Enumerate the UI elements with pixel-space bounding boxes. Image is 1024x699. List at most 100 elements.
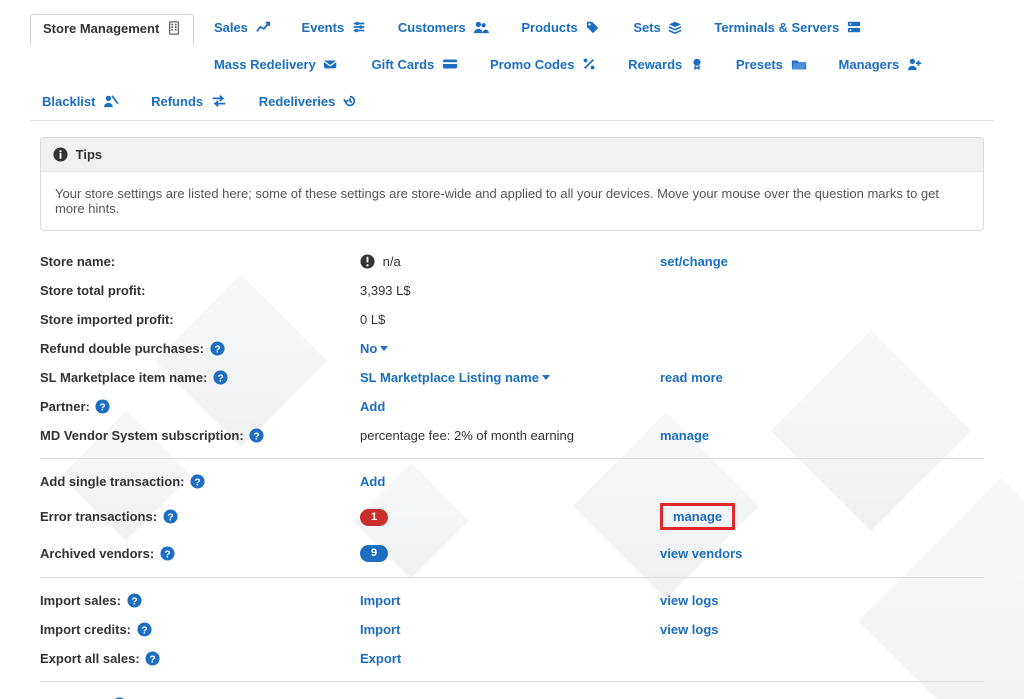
sliders-icon — [352, 20, 366, 37]
link-set-change[interactable]: set/change — [660, 254, 728, 269]
row-import-credits: Import credits: ? Import view logs — [40, 615, 984, 644]
row-advanced: Advanced: ? change — [40, 690, 984, 699]
tips-panel: Tips Your store settings are listed here… — [40, 137, 984, 231]
help-icon[interactable]: ? — [213, 370, 228, 385]
link-view-credits-logs[interactable]: view logs — [660, 622, 719, 637]
link-manage-errors[interactable]: manage — [673, 509, 722, 524]
info-icon — [53, 147, 68, 162]
label-import-credits: Import credits: — [40, 622, 131, 637]
swap-icon — [211, 94, 227, 111]
help-icon[interactable]: ? — [145, 651, 160, 666]
help-icon[interactable]: ? — [210, 341, 225, 356]
tab-promo-codes[interactable]: Promo Codes — [478, 51, 608, 80]
help-icon[interactable]: ? — [95, 399, 110, 414]
tab-label: Sales — [214, 20, 248, 35]
chevron-down-icon — [542, 375, 550, 380]
tab-label: Gift Cards — [371, 57, 434, 72]
svg-text:?: ? — [214, 344, 220, 355]
tab-label: Rewards — [628, 57, 682, 72]
row-archived-vendors: Archived vendors: ? 9 view vendors — [40, 537, 984, 569]
link-add-transaction[interactable]: Add — [360, 474, 385, 489]
building-icon — [167, 21, 181, 38]
award-icon — [690, 57, 704, 74]
help-icon[interactable]: ? — [137, 622, 152, 637]
link-view-vendors[interactable]: view vendors — [660, 546, 742, 561]
tab-customers[interactable]: Customers — [386, 14, 502, 43]
label-refund-double: Refund double purchases: — [40, 341, 204, 356]
tab-label: Events — [302, 20, 345, 35]
tab-sales[interactable]: Sales — [202, 14, 282, 43]
tab-label: Products — [521, 20, 577, 35]
tips-text: Your store settings are listed here; som… — [41, 172, 983, 230]
server-icon — [847, 20, 861, 37]
value-subscription: percentage fee: 2% of month earning — [360, 428, 660, 443]
tab-label: Redeliveries — [259, 94, 336, 109]
tab-gift-cards[interactable]: Gift Cards — [359, 51, 469, 80]
label-export-sales: Export all sales: — [40, 651, 140, 666]
label-total-profit: Store total profit: — [40, 283, 360, 298]
dropdown-marketplace-name[interactable]: SL Marketplace Listing name — [360, 370, 550, 385]
tab-redeliveries[interactable]: Redeliveries — [247, 88, 369, 117]
label-subscription: MD Vendor System subscription: — [40, 428, 244, 443]
tab-events[interactable]: Events — [290, 14, 378, 43]
svg-text:?: ? — [164, 549, 170, 560]
tab-presets[interactable]: Presets — [724, 51, 819, 80]
label-error-transactions: Error transactions: — [40, 509, 157, 524]
label-partner: Partner: — [40, 399, 90, 414]
tab-refunds[interactable]: Refunds — [139, 88, 239, 117]
link-read-more[interactable]: read more — [660, 370, 723, 385]
help-icon[interactable]: ? — [163, 509, 178, 524]
tab-label: Store Management — [43, 21, 159, 36]
help-icon[interactable]: ? — [127, 593, 142, 608]
folder-open-icon — [791, 57, 807, 74]
label-add-transaction: Add single transaction: — [40, 474, 184, 489]
card-icon — [442, 57, 458, 74]
link-export-sales[interactable]: Export — [360, 651, 401, 666]
link-add-partner[interactable]: Add — [360, 399, 385, 414]
main-menu: Store Management Sales Events Customers — [0, 0, 1024, 121]
tab-store-management[interactable]: Store Management — [30, 14, 194, 45]
value-marketplace-name: SL Marketplace Listing name — [360, 370, 539, 385]
chart-line-icon — [256, 20, 270, 37]
help-icon[interactable]: ? — [190, 474, 205, 489]
tab-label: Mass Redelivery — [214, 57, 316, 72]
tab-managers[interactable]: Managers — [827, 51, 935, 80]
badge-archived-count: 9 — [360, 545, 388, 562]
row-partner: Partner: ? Add — [40, 392, 984, 421]
dropdown-refund-double[interactable]: No — [360, 341, 388, 356]
label-archived-vendors: Archived vendors: — [40, 546, 154, 561]
svg-text:?: ? — [194, 477, 200, 488]
value-imported-profit: 0 L$ — [360, 312, 660, 327]
svg-text:?: ? — [141, 625, 147, 636]
row-refund-double: Refund double purchases: ? No — [40, 334, 984, 363]
link-import-credits[interactable]: Import — [360, 622, 400, 637]
row-import-sales: Import sales: ? Import view logs — [40, 586, 984, 615]
label-import-sales: Import sales: — [40, 593, 121, 608]
link-manage-subscription[interactable]: manage — [660, 428, 709, 443]
tab-sets[interactable]: Sets — [621, 14, 694, 43]
help-icon[interactable]: ? — [160, 546, 175, 561]
svg-text:?: ? — [131, 596, 137, 607]
value-store-name: n/a — [383, 254, 401, 269]
history-icon — [343, 94, 357, 111]
label-store-name: Store name: — [40, 254, 360, 269]
value-refund-double: No — [360, 341, 377, 356]
tab-label: Blacklist — [42, 94, 95, 109]
row-error-transactions: Error transactions: ? 1 manage — [40, 496, 984, 537]
help-icon[interactable]: ? — [249, 428, 264, 443]
people-icon — [473, 20, 489, 37]
tab-blacklist[interactable]: Blacklist — [30, 88, 131, 117]
link-view-sales-logs[interactable]: view logs — [660, 593, 719, 608]
tab-terminals[interactable]: Terminals & Servers — [702, 14, 872, 43]
tab-label: Managers — [839, 57, 900, 72]
link-import-sales[interactable]: Import — [360, 593, 400, 608]
tab-label: Promo Codes — [490, 57, 575, 72]
tab-products[interactable]: Products — [509, 14, 613, 43]
row-store-name: Store name: n/a set/change — [40, 247, 984, 276]
svg-text:?: ? — [167, 512, 173, 523]
tab-rewards[interactable]: Rewards — [616, 51, 716, 80]
tab-mass-redelivery[interactable]: Mass Redelivery — [202, 51, 352, 80]
slash-icon — [103, 94, 119, 111]
svg-text:?: ? — [150, 654, 156, 665]
layers-icon — [668, 20, 682, 37]
